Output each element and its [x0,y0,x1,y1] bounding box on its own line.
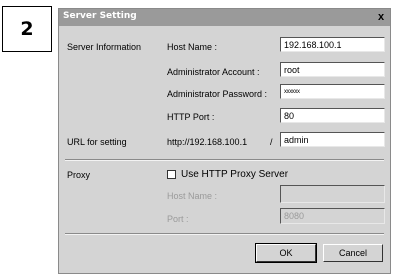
admin-account-label: Administrator Account : [167,67,260,77]
proxy-port-label: Port : [167,214,189,224]
server-information-label: Server Information [67,42,142,52]
host-name-input[interactable]: 192.168.100.1 [280,37,385,52]
proxy-port-input[interactable]: 8080 [280,208,385,224]
close-icon[interactable]: x [375,11,387,23]
admin-password-input[interactable]: xxxxxx [280,84,385,99]
url-path-input[interactable]: admin [280,132,385,147]
http-port-label: HTTP Port : [167,112,215,122]
cancel-button[interactable]: Cancel [323,244,383,262]
buttons-divider [65,233,384,235]
step-number-badge: 2 [2,6,52,52]
url-prefix-text: http://192.168.100.1 [167,137,248,147]
host-name-label: Host Name : [167,42,218,52]
url-separator-text: / [270,137,273,147]
use-proxy-checkbox[interactable] [167,170,176,179]
admin-account-input[interactable]: root [280,62,385,77]
proxy-host-label: Host Name : [167,191,218,201]
http-port-input[interactable]: 80 [280,108,385,123]
section-divider [65,159,384,161]
use-proxy-label: Use HTTP Proxy Server [181,169,289,180]
server-setting-dialog: Server Setting x Server Information Host… [58,8,391,274]
proxy-host-input[interactable] [280,185,385,203]
dialog-titlebar[interactable]: Server Setting x [59,9,390,26]
admin-password-label: Administrator Password : [167,89,268,99]
proxy-label: Proxy [67,170,91,180]
url-setting-label: URL for setting [67,137,127,147]
ok-button[interactable]: OK [255,243,317,263]
dialog-title: Server Setting [63,11,137,21]
